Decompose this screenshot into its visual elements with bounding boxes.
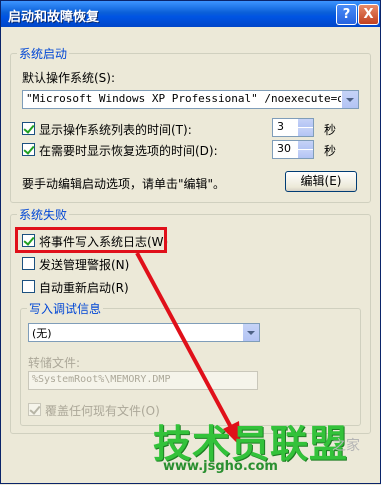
watermark-side: 之家 [332, 438, 360, 454]
annotation-arrow-line [135, 252, 235, 432]
watermark-url: www.jsgho.com [163, 459, 278, 474]
startup-recovery-dialog: 启动和故障恢复 ? X 系统启动 默认操作系统(S): "Microsoft W… [0, 0, 381, 484]
